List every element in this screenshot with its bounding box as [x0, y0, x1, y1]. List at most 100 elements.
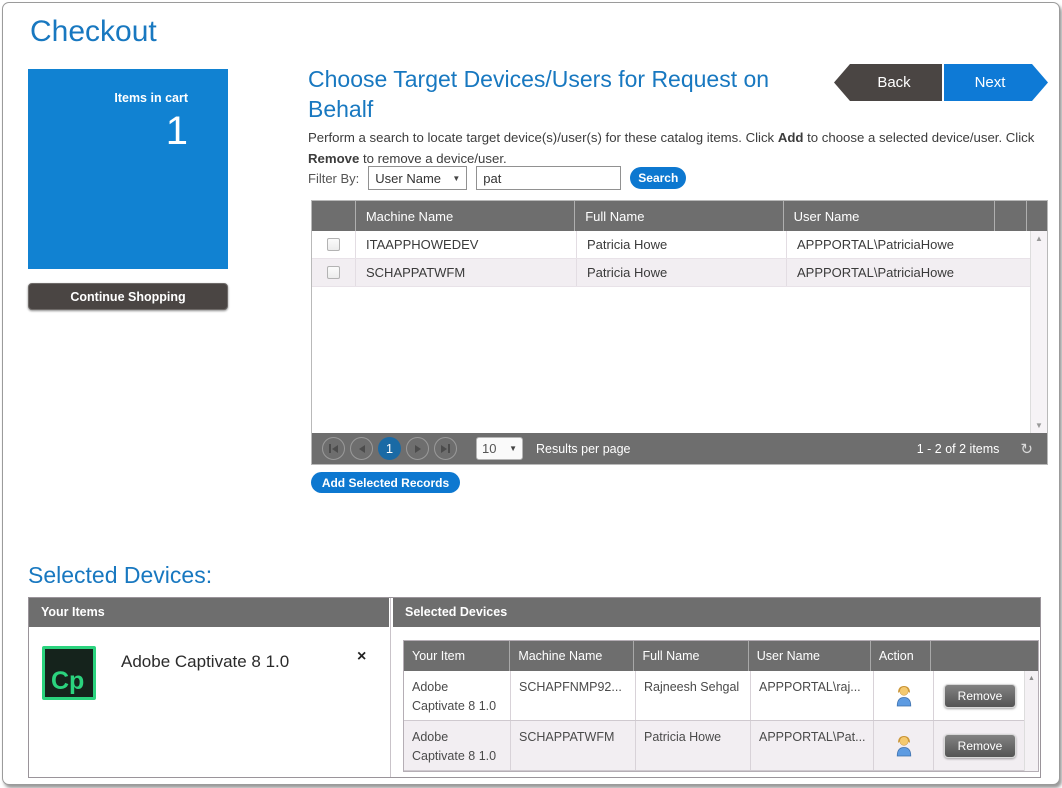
instructions-part-2: to choose a selected device/user. Click	[803, 130, 1034, 145]
user-name-cell: APPPORTAL\raj...	[751, 671, 874, 720]
instructions-bold-add: Add	[778, 130, 804, 145]
page-title: Checkout	[30, 15, 157, 49]
full-name-cell: Patricia Howe	[577, 231, 787, 258]
selected-devices-header: Selected Devices	[393, 598, 1040, 627]
header-machine-name: Machine Name	[510, 641, 634, 671]
back-button[interactable]: Back	[834, 64, 942, 101]
grid-header-checkbox	[312, 201, 356, 231]
your-item-cell: Adobe Captivate 8 1.0	[404, 671, 511, 720]
header-your-item: Your Item	[404, 641, 510, 671]
grid-header-filler	[995, 201, 1027, 231]
machine-name-cell: SCHAPPATWFM	[511, 721, 636, 770]
cart-count: 1	[166, 109, 188, 154]
pager-current-page[interactable]: 1	[378, 437, 401, 460]
machine-name-cell: SCHAPFNMP92...	[511, 671, 636, 720]
table-row[interactable]: ITAAPPHOWEDEV Patricia Howe APPPORTAL\Pa…	[312, 231, 1032, 259]
refresh-icon[interactable]: ↻	[1020, 440, 1033, 458]
user-name-cell: APPPORTAL\Pat...	[751, 721, 874, 770]
remove-cell: Remove	[934, 671, 1026, 720]
selected-devices-heading: Selected Devices:	[28, 562, 212, 589]
cart-summary-box: Items in cart 1	[28, 69, 228, 269]
header-scrollbar-spacer	[1022, 641, 1038, 671]
grid-header-user-name[interactable]: User Name	[784, 201, 995, 231]
grid-header-machine-name[interactable]: Machine Name	[356, 201, 575, 231]
header-remove-column	[931, 641, 1022, 671]
selected-devices-panel: Your Items Selected Devices Cp Adobe Cap…	[28, 597, 1041, 778]
results-per-page-label: Results per page	[536, 442, 631, 456]
triangle-right-icon	[415, 445, 421, 453]
header-user-name: User Name	[749, 641, 871, 671]
row-checkbox[interactable]	[327, 238, 340, 251]
your-item-cell: Adobe Captivate 8 1.0	[404, 721, 511, 770]
machine-name-cell: SCHAPPATWFM	[356, 259, 577, 286]
grid-header-full-name[interactable]: Full Name	[575, 201, 783, 231]
filter-row: Filter By: User Name ▼ Search	[308, 166, 686, 190]
filter-selected-option: User Name	[375, 171, 441, 186]
add-selected-records-button[interactable]: Add Selected Records	[311, 472, 460, 493]
search-results-grid: Machine Name Full Name User Name ITAAPPH…	[311, 200, 1048, 465]
action-cell	[874, 671, 934, 720]
triangle-right-icon	[441, 445, 447, 453]
remove-button[interactable]: Remove	[944, 734, 1017, 758]
grid-header-row: Machine Name Full Name User Name	[312, 201, 1047, 231]
selected-table-body: Adobe Captivate 8 1.0 SCHAPFNMP92... Raj…	[404, 671, 1038, 771]
search-input[interactable]	[476, 166, 621, 190]
scroll-up-icon[interactable]: ▲	[1031, 234, 1047, 243]
triangle-left-icon	[359, 445, 365, 453]
chevron-down-icon: ▼	[452, 174, 460, 183]
pager-prev-button[interactable]	[350, 437, 373, 460]
full-name-cell: Rajneesh Sehgal	[636, 671, 751, 720]
panel-divider	[390, 598, 391, 777]
scroll-down-icon[interactable]: ▼	[1031, 421, 1047, 430]
selected-table-header-row: Your Item Machine Name Full Name User Na…	[404, 641, 1038, 671]
cart-items-label: Items in cart	[114, 91, 188, 105]
remove-button[interactable]: Remove	[944, 684, 1017, 708]
full-name-cell: Patricia Howe	[636, 721, 751, 770]
pager-range-label: 1 - 2 of 2 items	[917, 442, 1000, 456]
triangle-left-icon	[332, 445, 338, 453]
checkout-page: Checkout Items in cart 1 Continue Shoppi…	[2, 2, 1060, 785]
filter-field-select[interactable]: User Name ▼	[368, 166, 467, 190]
grid-vertical-scrollbar[interactable]: ▲ ▼	[1030, 231, 1047, 433]
header-action: Action	[871, 641, 931, 671]
filter-by-label: Filter By:	[308, 171, 359, 186]
instructions-part-3: to remove a device/user.	[359, 151, 506, 166]
instructions-text: Perform a search to locate target device…	[308, 127, 1053, 169]
row-checkbox[interactable]	[327, 266, 340, 279]
full-name-cell: Patricia Howe	[577, 259, 787, 286]
table-row: Adobe Captivate 8 1.0 SCHAPPATWFM Patric…	[404, 721, 1026, 771]
row-checkbox-cell	[312, 259, 356, 286]
instructions-part-1: Perform a search to locate target device…	[308, 130, 778, 145]
user-name-cell: APPPORTAL\PatriciaHowe	[787, 231, 1032, 258]
user-person-icon[interactable]	[894, 684, 914, 707]
grid-header-scrollbar-spacer	[1027, 201, 1047, 231]
scroll-up-icon[interactable]: ▲	[1025, 675, 1038, 682]
table-row[interactable]: SCHAPPATWFM Patricia Howe APPPORTAL\Patr…	[312, 259, 1032, 287]
continue-shopping-button[interactable]: Continue Shopping	[28, 283, 228, 310]
your-items-header: Your Items	[29, 598, 389, 627]
machine-name-cell: ITAAPPHOWEDEV	[356, 231, 577, 258]
close-icon[interactable]: ×	[357, 648, 366, 666]
grid-body: ITAAPPHOWEDEV Patricia Howe APPPORTAL\Pa…	[312, 231, 1047, 433]
search-button[interactable]: Search	[630, 167, 686, 189]
pager-last-button[interactable]	[434, 437, 457, 460]
table-row: Adobe Captivate 8 1.0 SCHAPFNMP92... Raj…	[404, 671, 1026, 721]
first-page-icon	[329, 444, 331, 453]
adobe-captivate-icon: Cp	[42, 646, 96, 700]
cart-item-name: Adobe Captivate 8 1.0	[121, 652, 289, 672]
pager-first-button[interactable]	[322, 437, 345, 460]
next-button[interactable]: Next	[944, 64, 1048, 101]
grid-pager: 1 10 ▼ Results per page 1 - 2 of 2 items…	[312, 433, 1047, 464]
chevron-down-icon: ▼	[509, 444, 517, 453]
user-person-icon[interactable]	[894, 734, 914, 757]
pager-next-button[interactable]	[406, 437, 429, 460]
action-cell	[874, 721, 934, 770]
user-name-cell: APPPORTAL\PatriciaHowe	[787, 259, 1032, 286]
selected-devices-table: Your Item Machine Name Full Name User Na…	[403, 640, 1039, 772]
last-page-icon	[448, 444, 450, 453]
selected-table-scrollbar[interactable]: ▲	[1024, 671, 1038, 771]
instructions-bold-remove: Remove	[308, 151, 359, 166]
page-size-select[interactable]: 10 ▼	[476, 437, 523, 460]
page-size-value: 10	[482, 441, 496, 456]
remove-cell: Remove	[934, 721, 1026, 770]
